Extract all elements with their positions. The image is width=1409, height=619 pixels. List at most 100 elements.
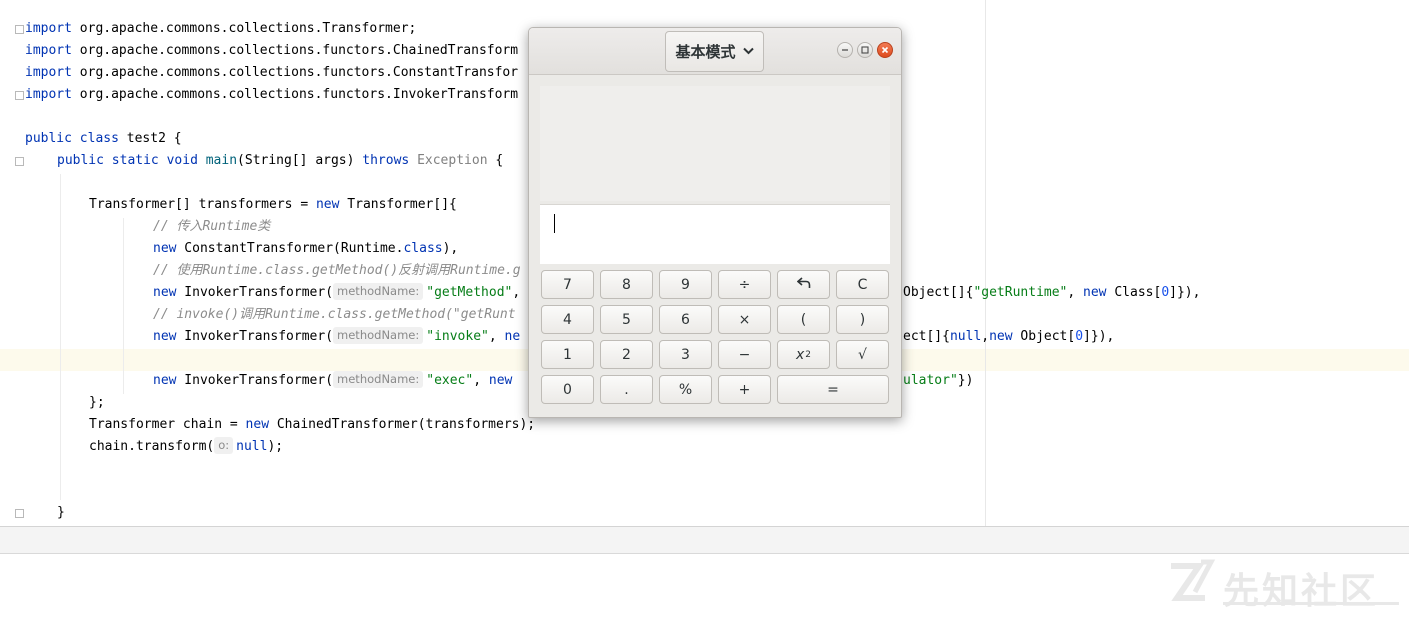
code-line-import[interactable]: import org.apache.commons.collections.fu… xyxy=(25,40,518,62)
code-text: ect[]{ xyxy=(903,329,950,344)
code-line-array-close[interactable]: }; xyxy=(89,392,105,414)
key-multiply[interactable]: × xyxy=(718,305,771,334)
brace: { xyxy=(487,153,504,168)
fold-marker-icon[interactable] xyxy=(15,25,24,34)
code-line-transformers-array[interactable]: Transformer[] transformers = new Transfo… xyxy=(89,194,457,216)
keyword: throws xyxy=(362,153,410,168)
key-5[interactable]: 5 xyxy=(600,305,653,334)
keyword: new xyxy=(1083,285,1107,300)
chevron-down-icon xyxy=(742,46,754,57)
square-base: x xyxy=(795,346,805,363)
watermark-text: 先知社区 xyxy=(1223,571,1380,612)
keyword: new xyxy=(153,285,177,300)
keyword: import xyxy=(25,21,72,36)
code-line-import[interactable]: import org.apache.commons.collections.fu… xyxy=(25,62,518,84)
keyword: public xyxy=(57,153,104,168)
keyword: void xyxy=(166,153,198,168)
right-margin-guide xyxy=(985,0,986,526)
code-line-invoker-exec[interactable]: new InvokerTransformer(methodName: "exec"… xyxy=(153,370,512,392)
code-comment[interactable]: // invoke()调用Runtime.class.getMethod("ge… xyxy=(153,304,516,326)
import-path: org.apache.commons.collections.functors.… xyxy=(79,43,519,58)
key-square[interactable]: x2 xyxy=(777,340,830,369)
code-line-import[interactable]: import org.apache.commons.collections.Tr… xyxy=(25,18,416,40)
code-line-invoker-invoke[interactable]: new InvokerTransformer(methodName: "invok… xyxy=(153,326,520,348)
code-line-class-declaration[interactable]: public class test2 { xyxy=(25,128,182,150)
code-line-invoker-getmethod-tail[interactable]: Object[]{"getRuntime", new Class[0]}), xyxy=(903,282,1200,304)
minimize-icon[interactable] xyxy=(837,42,853,58)
parameter-hint: methodName: xyxy=(333,371,424,388)
key-2[interactable]: 2 xyxy=(600,340,653,369)
mode-selector-button[interactable]: 基本模式 xyxy=(665,31,764,72)
expression-input[interactable] xyxy=(540,204,890,264)
number-literal: 0 xyxy=(1075,329,1084,344)
keyword: null xyxy=(236,439,268,454)
code-comment[interactable]: // 传入Runtime类 xyxy=(153,216,270,238)
undo-button[interactable] xyxy=(777,270,830,299)
key-0[interactable]: 0 xyxy=(541,375,594,404)
key-add[interactable]: + xyxy=(718,375,771,404)
parameter-hint: methodName: xyxy=(333,327,424,344)
key-1[interactable]: 1 xyxy=(541,340,594,369)
key-9[interactable]: 9 xyxy=(659,270,712,299)
key-7[interactable]: 7 xyxy=(541,270,594,299)
key-6[interactable]: 6 xyxy=(659,305,712,334)
maximize-icon[interactable] xyxy=(857,42,873,58)
import-path: org.apache.commons.collections.functors.… xyxy=(79,87,519,102)
code-line-main-declaration[interactable]: public static void main(String[] args) t… xyxy=(57,150,503,172)
key-open-paren[interactable]: ( xyxy=(777,305,830,334)
code-comment[interactable]: // 使用Runtime.class.getMethod()反射调用Runtim… xyxy=(153,260,521,282)
code-line-chain[interactable]: Transformer chain = new ChainedTransform… xyxy=(89,414,535,436)
code-text: , xyxy=(488,329,505,344)
key-square-root[interactable]: √ xyxy=(836,340,889,369)
clear-button[interactable]: C xyxy=(836,270,889,299)
code-line-invoker-getmethod[interactable]: new InvokerTransformer(methodName: "getMe… xyxy=(153,282,520,304)
code-line-transform-call[interactable]: chain.transform(o: null); xyxy=(89,436,283,458)
indent-guide xyxy=(60,174,61,500)
key-close-paren[interactable]: ) xyxy=(836,305,889,334)
key-4[interactable]: 4 xyxy=(541,305,594,334)
key-divide[interactable]: ÷ xyxy=(718,270,771,299)
code-text: }) xyxy=(957,373,974,388)
method-params: (String[] args) xyxy=(237,153,363,168)
code-line-invoker-exec-tail[interactable]: ulator"}) xyxy=(903,370,973,392)
keyword: null xyxy=(949,329,982,344)
string-literal: ulator" xyxy=(903,373,958,388)
code-text: ChainedTransformer(transformers); xyxy=(269,417,536,432)
keyword: import xyxy=(25,43,72,58)
code-text: chain.transform( xyxy=(89,439,215,454)
close-icon[interactable] xyxy=(877,42,893,58)
code-line-closing-brace[interactable]: } xyxy=(57,502,65,524)
keyword: ne xyxy=(504,329,521,344)
key-decimal[interactable]: . xyxy=(600,375,653,404)
calculator-titlebar[interactable]: 基本模式 xyxy=(529,28,901,75)
editor-bottom-panel-divider xyxy=(0,526,1409,554)
keyword: import xyxy=(25,87,72,102)
calculator-window[interactable]: 基本模式 7 8 9 ÷ C 4 5 6 × ( ) 1 2 3 − x 2 √… xyxy=(528,27,902,418)
code-text: Transformer[] transformers = xyxy=(89,197,316,212)
keyword: new xyxy=(153,329,177,344)
fold-marker-icon[interactable] xyxy=(15,157,24,166)
code-line-invoker-invoke-tail[interactable]: ect[]{null,new Object[0]}), xyxy=(903,326,1114,348)
string-literal: "invoke" xyxy=(426,329,489,344)
code-line-constant-transformer[interactable]: new ConstantTransformer(Runtime.class), xyxy=(153,238,458,260)
key-8[interactable]: 8 xyxy=(600,270,653,299)
key-subtract[interactable]: − xyxy=(718,340,771,369)
key-percent[interactable]: % xyxy=(659,375,712,404)
fold-marker-icon[interactable] xyxy=(15,91,24,100)
mode-label: 基本模式 xyxy=(675,43,736,61)
code-text: ConstantTransformer(Runtime. xyxy=(176,241,404,256)
square-exponent: 2 xyxy=(805,349,812,360)
code-text: Transformer[]{ xyxy=(339,197,457,212)
watermark-logo-icon xyxy=(1171,559,1216,601)
keyword: import xyxy=(25,65,72,80)
code-text: InvokerTransformer( xyxy=(176,373,334,388)
parameter-hint: o: xyxy=(214,437,234,454)
keyword: new xyxy=(153,241,177,256)
code-text: , xyxy=(1067,285,1084,300)
keyword: new xyxy=(989,329,1013,344)
key-equals[interactable]: = xyxy=(777,375,889,404)
fold-marker-icon[interactable] xyxy=(15,509,24,518)
code-text: ]}), xyxy=(1169,285,1201,300)
key-3[interactable]: 3 xyxy=(659,340,712,369)
code-line-import[interactable]: import org.apache.commons.collections.fu… xyxy=(25,84,518,106)
